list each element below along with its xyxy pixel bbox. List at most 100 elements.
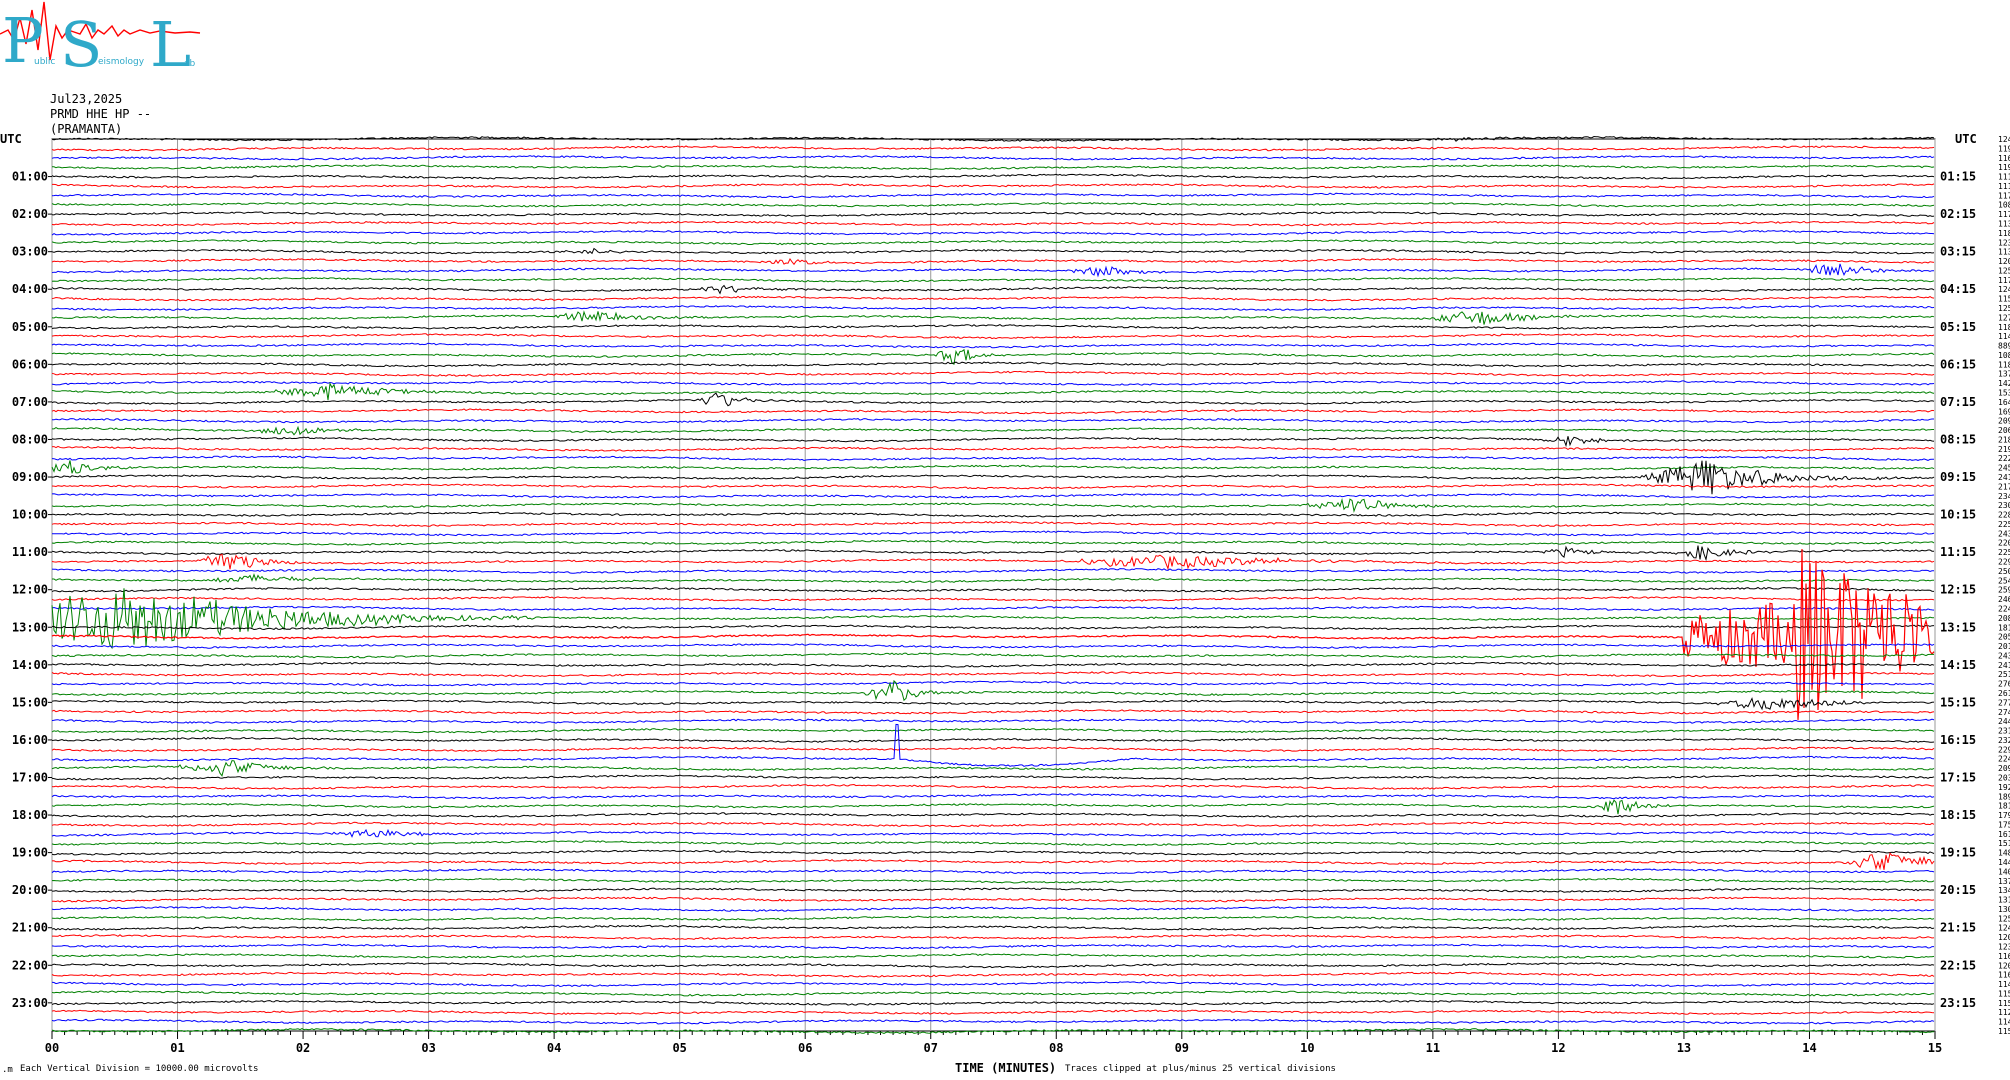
trace-line <box>51 418 1934 424</box>
trace-line <box>51 483 1935 490</box>
trace-value-label: 1124 <box>1998 1008 2010 1017</box>
trace-line <box>51 284 1935 295</box>
right-hour-label: 12:15 <box>1940 583 1976 597</box>
trace-line <box>51 155 1935 161</box>
trace-value-label: 1188 <box>1998 360 2010 369</box>
trace-line <box>51 263 1934 278</box>
left-hour-label: 04:00 <box>12 282 48 296</box>
right-hour-label: 11:15 <box>1940 545 1976 559</box>
trace-line <box>51 277 1935 283</box>
trace-value-label: 1146 <box>1998 980 2010 989</box>
right-hour-label: 17:15 <box>1940 770 1976 784</box>
trace-line <box>51 539 1935 546</box>
trace-line <box>51 229 1935 236</box>
trace-line <box>51 436 1935 448</box>
footer-prefix: .m <box>2 1065 13 1075</box>
right-hour-label: 20:15 <box>1940 883 1976 897</box>
right-hour-label: 04:15 <box>1940 282 1976 296</box>
trace-value-label: 2068 <box>1998 426 2010 435</box>
trace-value-label: 1135 <box>1998 248 2010 257</box>
trace-line <box>51 723 1935 767</box>
trace-value-label: 2189 <box>1998 435 2010 444</box>
trace-value-label: 1275 <box>1998 313 2010 322</box>
trace-line <box>51 661 1935 668</box>
trace-value-label: 2290 <box>1998 558 2010 567</box>
trace-line <box>51 455 1934 462</box>
trace-line <box>51 774 1935 781</box>
trace-value-label: 2433 <box>1998 529 2010 538</box>
left-hour-label: 14:00 <box>12 658 48 672</box>
trace-value-label: 1644 <box>1998 398 2010 407</box>
trace-line <box>51 760 1935 777</box>
trace-value-label: 1154 <box>1998 999 2010 1008</box>
left-hour-label: 06:00 <box>12 357 48 371</box>
left-hour-label: 16:00 <box>12 733 48 747</box>
trace-line <box>51 173 1935 180</box>
left-hour-label: 13:00 <box>12 620 48 634</box>
trace-value-label: 1118 <box>1998 182 2010 191</box>
x-tick-label: 06 <box>798 1041 812 1055</box>
trace-line <box>51 671 1935 678</box>
x-tick-label: 12 <box>1551 1041 1565 1055</box>
trace-value-label: 1169 <box>1998 154 2010 163</box>
left-hour-label: 19:00 <box>12 846 48 860</box>
trace-line <box>51 962 1935 969</box>
right-hour-label: 18:15 <box>1940 808 1976 822</box>
left-hour-label: 18:00 <box>12 808 48 822</box>
trace-line <box>51 445 1935 452</box>
trace-value-label: 889 <box>1998 342 2010 351</box>
x-tick-label: 09 <box>1175 1041 1189 1055</box>
trace-value-label: 1188 <box>1998 323 2010 332</box>
trace-line <box>51 596 1935 602</box>
right-hour-label: 06:15 <box>1940 357 1976 371</box>
trace-line <box>51 333 1935 340</box>
trace-value-label: 1176 <box>1998 210 2010 219</box>
x-tick-label: 02 <box>296 1041 310 1055</box>
left-hour-label: 07:00 <box>12 395 48 409</box>
trace-value-label: 2249 <box>1998 604 2010 613</box>
trace-value-label: 2441 <box>1998 717 2010 726</box>
trace-line <box>51 460 1935 474</box>
trace-line <box>51 497 1935 513</box>
trace-value-label: 2224 <box>1998 454 2010 463</box>
x-tick-label: 13 <box>1677 1041 1691 1055</box>
right-hour-label: 08:15 <box>1940 432 1976 446</box>
trace-line <box>51 211 1935 217</box>
trace-value-label: 2516 <box>1998 670 2010 679</box>
trace-line <box>51 943 1934 950</box>
trace-value-label: 1373 <box>1998 877 2010 886</box>
trace-line <box>52 896 1935 903</box>
clip-note: Traces clipped at plus/minus 25 vertical… <box>1065 1064 1336 1074</box>
x-tick-label: 05 <box>672 1041 686 1055</box>
trace-line <box>51 799 1935 815</box>
trace-value-label: 1209 <box>1998 933 2010 942</box>
right-hour-label: 07:15 <box>1940 395 1976 409</box>
trace-line <box>52 425 1934 436</box>
trace-value-label: 1812 <box>1998 802 2010 811</box>
trace-value-label: 2327 <box>1998 736 2010 745</box>
right-hour-label: 23:15 <box>1940 996 1976 1010</box>
right-hour-label: 14:15 <box>1940 658 1976 672</box>
trace-value-label: 1233 <box>1998 238 2010 247</box>
trace-line <box>51 1000 1935 1006</box>
trace-value-label: 1424 <box>1998 379 2010 388</box>
left-hour-label: 02:00 <box>12 207 48 221</box>
trace-value-label: 1929 <box>1998 783 2010 792</box>
trace-value-label: 2051 <box>1998 633 2010 642</box>
trace-value-label: 1192 <box>1998 144 2010 153</box>
left-hour-label: 09:00 <box>12 470 48 484</box>
left-hour-label: 20:00 <box>12 883 48 897</box>
trace-value-label: 2205 <box>1998 539 2010 548</box>
trace-line <box>51 849 1935 856</box>
right-hour-label: 01:15 <box>1940 170 1976 184</box>
x-tick-label: 11 <box>1426 1041 1440 1055</box>
trace-value-label: 2431 <box>1998 651 2010 660</box>
helicorder-chart: 0001020304050607080910111213141512441192… <box>0 132 2010 1055</box>
trace-value-label: 1206 <box>1998 257 2010 266</box>
trace-line <box>51 1018 1935 1025</box>
left-hour-label: 23:00 <box>12 996 48 1010</box>
trace-line <box>51 746 1935 752</box>
trace-line <box>51 239 1935 246</box>
trace-line <box>51 605 1935 612</box>
trace-value-label: 2301 <box>1998 501 2010 510</box>
